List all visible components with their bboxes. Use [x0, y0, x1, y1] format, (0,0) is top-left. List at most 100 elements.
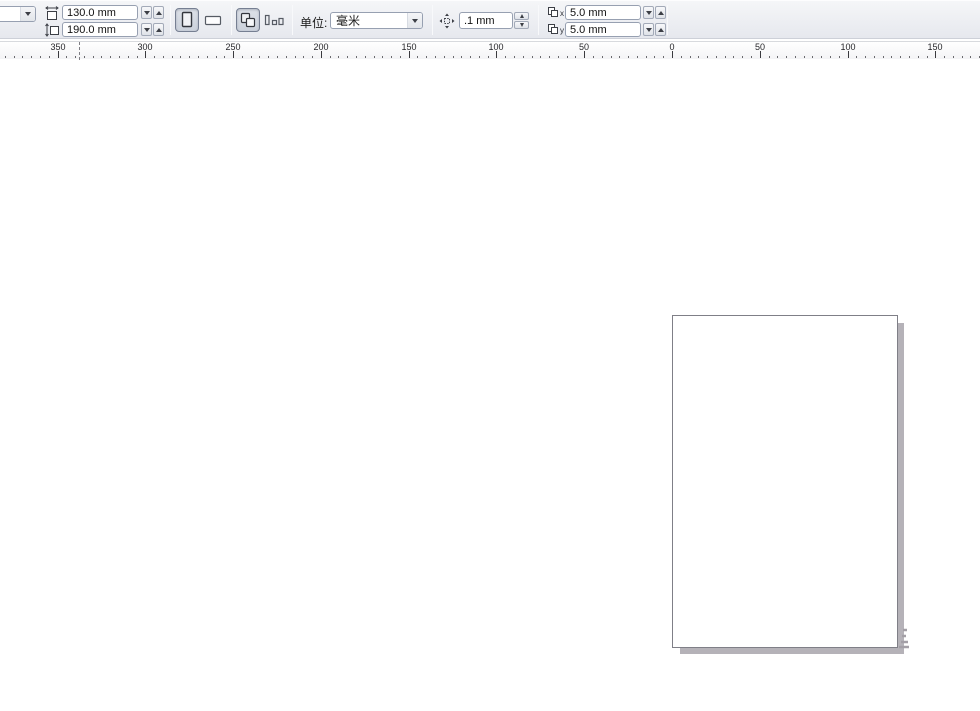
ruler-minor-tick — [128, 56, 129, 58]
ruler-minor-tick — [400, 56, 401, 58]
toolbar-separator — [170, 5, 171, 35]
ruler-minor-tick — [567, 56, 568, 58]
ruler-minor-tick — [488, 56, 489, 58]
ruler-minor-tick — [733, 56, 734, 58]
ruler-major-tick — [321, 51, 322, 58]
ruler-minor-tick — [786, 56, 787, 58]
page-height-increment-button[interactable] — [153, 23, 164, 36]
ruler-minor-tick — [14, 56, 15, 58]
ruler-minor-tick — [558, 56, 559, 58]
paper-type-combo[interactable] — [0, 6, 36, 22]
ruler-major-tick — [584, 51, 585, 58]
ruler-minor-tick — [461, 56, 462, 58]
ruler-minor-tick — [259, 56, 260, 58]
units-combo[interactable]: 毫米 — [330, 12, 423, 29]
toolbar-separator — [432, 5, 433, 35]
ruler-minor-tick — [742, 56, 743, 58]
ruler-minor-tick — [909, 56, 910, 58]
page-height-decrement-button[interactable] — [141, 23, 152, 36]
ruler-minor-tick — [970, 56, 971, 58]
ruler-tick-label: 0 — [669, 42, 674, 52]
page-height-icon — [45, 23, 59, 37]
overlapping-pages-icon — [239, 11, 257, 29]
ruler-minor-tick — [31, 56, 32, 58]
ruler-minor-tick — [163, 56, 164, 58]
chevron-down-icon — [412, 19, 418, 23]
ruler-minor-tick — [505, 56, 506, 58]
ruler-minor-tick — [900, 56, 901, 58]
ruler-minor-tick — [356, 56, 357, 58]
ruler-minor-tick — [426, 56, 427, 58]
page-width-spinner — [141, 6, 164, 19]
paper-type-combo-arrow[interactable] — [20, 7, 35, 21]
ruler-minor-tick — [751, 56, 752, 58]
ruler-minor-tick — [330, 56, 331, 58]
ruler-tick-label: 50 — [579, 42, 589, 52]
nudge-increment-button[interactable] — [514, 12, 529, 20]
ruler-minor-tick — [883, 56, 884, 58]
ruler-tick-label: 50 — [755, 42, 765, 52]
current-page-size-icon — [264, 12, 284, 28]
ruler-minor-tick — [93, 56, 94, 58]
page-width-increment-button[interactable] — [153, 6, 164, 19]
ruler-minor-tick — [663, 56, 664, 58]
ruler-minor-tick — [5, 56, 6, 58]
drawing-canvas[interactable] — [0, 60, 980, 711]
ruler-major-tick — [935, 51, 936, 58]
duplicate-distance-y-field[interactable]: 5.0 mm — [565, 22, 641, 37]
ruler-minor-tick — [303, 56, 304, 58]
ruler-minor-tick — [628, 56, 629, 58]
ruler-minor-tick — [821, 56, 822, 58]
ruler-minor-tick — [312, 56, 313, 58]
duplicate-x-spinner — [643, 6, 666, 19]
ruler-minor-tick — [725, 56, 726, 58]
page-width-decrement-button[interactable] — [141, 6, 152, 19]
ruler-minor-tick — [812, 56, 813, 58]
ruler-minor-tick — [602, 56, 603, 58]
apply-size-current-page-button[interactable] — [262, 8, 286, 32]
ruler-minor-tick — [707, 56, 708, 58]
nudge-distance-field[interactable]: .1 mm — [459, 12, 513, 29]
ruler-minor-tick — [874, 56, 875, 58]
ruler-minor-tick — [549, 56, 550, 58]
ruler-major-tick — [848, 51, 849, 58]
ruler-minor-tick — [575, 56, 576, 58]
duplicate-x-increment-button[interactable] — [655, 6, 666, 19]
ruler-minor-tick — [75, 56, 76, 58]
units-combo-arrow[interactable] — [407, 13, 422, 28]
ruler-minor-tick — [207, 56, 208, 58]
toolbar-separator — [538, 5, 539, 35]
apply-size-all-pages-button[interactable] — [236, 8, 260, 32]
landscape-orientation-button[interactable] — [201, 8, 225, 32]
ruler-minor-tick — [435, 56, 436, 58]
ruler-minor-tick — [637, 56, 638, 58]
ruler-minor-tick — [953, 56, 954, 58]
ruler-minor-tick — [654, 56, 655, 58]
nudge-decrement-button[interactable] — [514, 21, 529, 29]
portrait-orientation-button[interactable] — [175, 8, 199, 32]
ruler-tick-label: 100 — [488, 42, 503, 52]
ruler-minor-tick — [479, 56, 480, 58]
ruler-major-tick — [233, 51, 234, 58]
nudge-spinner — [514, 12, 529, 29]
ruler-minor-tick — [593, 56, 594, 58]
duplicate-x-decrement-button[interactable] — [643, 6, 654, 19]
ruler-minor-tick — [224, 56, 225, 58]
ruler-minor-tick — [40, 56, 41, 58]
ruler-minor-tick — [365, 56, 366, 58]
horizontal-ruler[interactable]: 35030025020015010050050100150 — [0, 41, 980, 59]
ruler-minor-tick — [681, 56, 682, 58]
duplicate-y-decrement-button[interactable] — [643, 23, 654, 36]
ruler-minor-tick — [804, 56, 805, 58]
duplicate-y-increment-button[interactable] — [655, 23, 666, 36]
duplicate-distance-x-field[interactable]: 5.0 mm — [565, 5, 641, 20]
document-page[interactable] — [672, 315, 898, 648]
ruler-minor-tick — [49, 56, 50, 58]
ruler-minor-tick — [611, 56, 612, 58]
ruler-minor-tick — [865, 56, 866, 58]
ruler-major-tick — [672, 51, 673, 58]
ruler-minor-tick — [962, 56, 963, 58]
page-width-field[interactable]: 130.0 mm — [62, 5, 138, 20]
page-height-field[interactable]: 190.0 mm — [62, 22, 138, 37]
ruler-minor-tick — [268, 56, 269, 58]
